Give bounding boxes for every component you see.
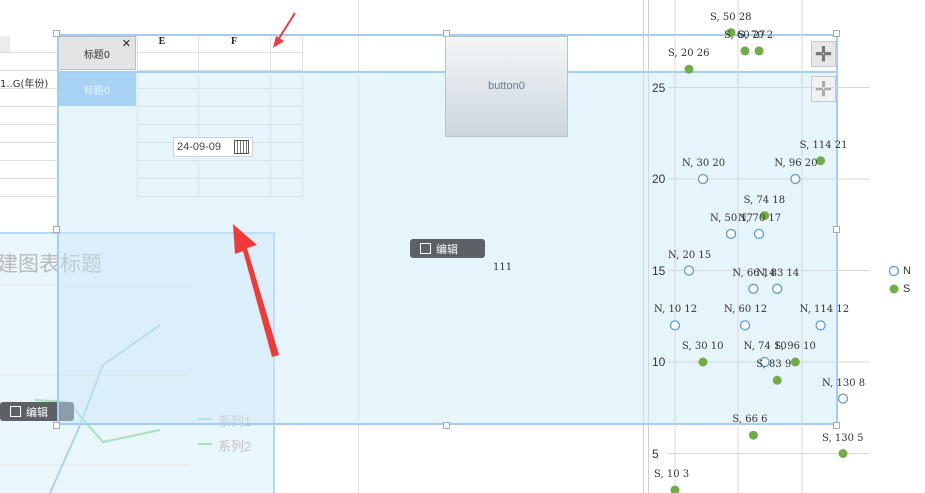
scatter-point-label: S, 10 3 bbox=[654, 469, 690, 481]
grid-line bbox=[0, 106, 57, 107]
scatter-point-label: S, 66 6 bbox=[732, 414, 768, 426]
scatter-point-label: S, 130 5 bbox=[822, 432, 864, 444]
scatter-point-label: S, 20 26 bbox=[668, 48, 710, 60]
edit-label: 编辑 bbox=[26, 405, 48, 419]
grid-line bbox=[0, 178, 57, 179]
y-tick-label: 5 bbox=[652, 446, 659, 461]
text-111[interactable]: 111 bbox=[493, 262, 512, 273]
scatter-point-s[interactable] bbox=[748, 430, 758, 440]
scatter-point-label: S, 83 9 bbox=[756, 359, 792, 371]
resize-handle[interactable] bbox=[833, 422, 840, 429]
scatter-point-label: N, 20 15 bbox=[668, 249, 712, 261]
scatter-point-label: S, 114 21 bbox=[799, 139, 848, 151]
scatter-point-s[interactable] bbox=[670, 485, 680, 493]
edit-icon bbox=[420, 243, 431, 254]
button0[interactable]: button0 bbox=[445, 36, 568, 137]
left-chart-legend-2: 系列2 bbox=[218, 439, 252, 454]
scatter-point-label: N, 130 8 bbox=[822, 377, 866, 389]
plus-icon[interactable]: ✛ bbox=[811, 41, 836, 67]
scatter-point-label: S, 30 10 bbox=[682, 341, 724, 352]
grid-line bbox=[0, 196, 57, 197]
scatter-point-s[interactable] bbox=[838, 449, 848, 458]
scatter-point-label: S, 96 10 bbox=[774, 341, 816, 352]
plus-icon[interactable]: ✛ bbox=[811, 76, 836, 102]
y-tick-label: 10 bbox=[652, 355, 666, 369]
grid-line bbox=[0, 142, 57, 143]
scatter-point-label: N, 10 12 bbox=[654, 304, 698, 316]
edit-label: 编辑 bbox=[436, 242, 458, 256]
grid-line bbox=[0, 160, 57, 161]
scatter-point-n[interactable] bbox=[837, 393, 849, 404]
scatter-point-label: N, 96 20 bbox=[774, 158, 818, 169]
cell-year-label[interactable]: 1..G(年份) bbox=[0, 75, 48, 90]
grid-line bbox=[0, 52, 57, 53]
date-picker[interactable]: 24-09-09 bbox=[173, 137, 253, 157]
y-tick-label: 15 bbox=[652, 263, 666, 278]
scatter-point-label: N, 60 12 bbox=[724, 304, 768, 316]
resize-handle[interactable] bbox=[833, 30, 840, 37]
grid-corner bbox=[0, 36, 10, 52]
legend-label-s: S bbox=[903, 283, 911, 295]
scatter-point-label: N, 70 17 bbox=[738, 212, 782, 224]
scatter-point-label: S, 74 18 bbox=[743, 194, 786, 206]
y-tick-label: 20 bbox=[652, 172, 666, 186]
legend-marker-s bbox=[889, 284, 899, 294]
grid-line bbox=[0, 124, 57, 125]
scatter-point-label: S, 70 2 bbox=[738, 29, 774, 41]
resize-handle[interactable] bbox=[53, 30, 60, 37]
edit-button[interactable]: 编辑 bbox=[410, 239, 485, 258]
legend-label-n: N bbox=[903, 265, 911, 277]
calendar-icon[interactable] bbox=[234, 140, 249, 154]
scatter-point-label: N, 30 20 bbox=[682, 158, 726, 169]
scatter-point-label: N, 83 14 bbox=[756, 267, 800, 279]
date-value: 24-09-09 bbox=[177, 141, 222, 153]
edit-icon bbox=[10, 406, 21, 417]
resize-handle[interactable] bbox=[833, 226, 840, 233]
resize-handle[interactable] bbox=[53, 226, 60, 233]
legend-marker-n bbox=[888, 265, 900, 277]
scatter-point-label: S, 50 28 bbox=[710, 11, 752, 23]
grid-line bbox=[0, 70, 57, 71]
y-tick-label: 25 bbox=[652, 80, 666, 95]
resize-handle[interactable] bbox=[443, 422, 450, 429]
resize-handle[interactable] bbox=[53, 422, 60, 429]
scatter-point-label: N, 114 12 bbox=[799, 304, 850, 316]
